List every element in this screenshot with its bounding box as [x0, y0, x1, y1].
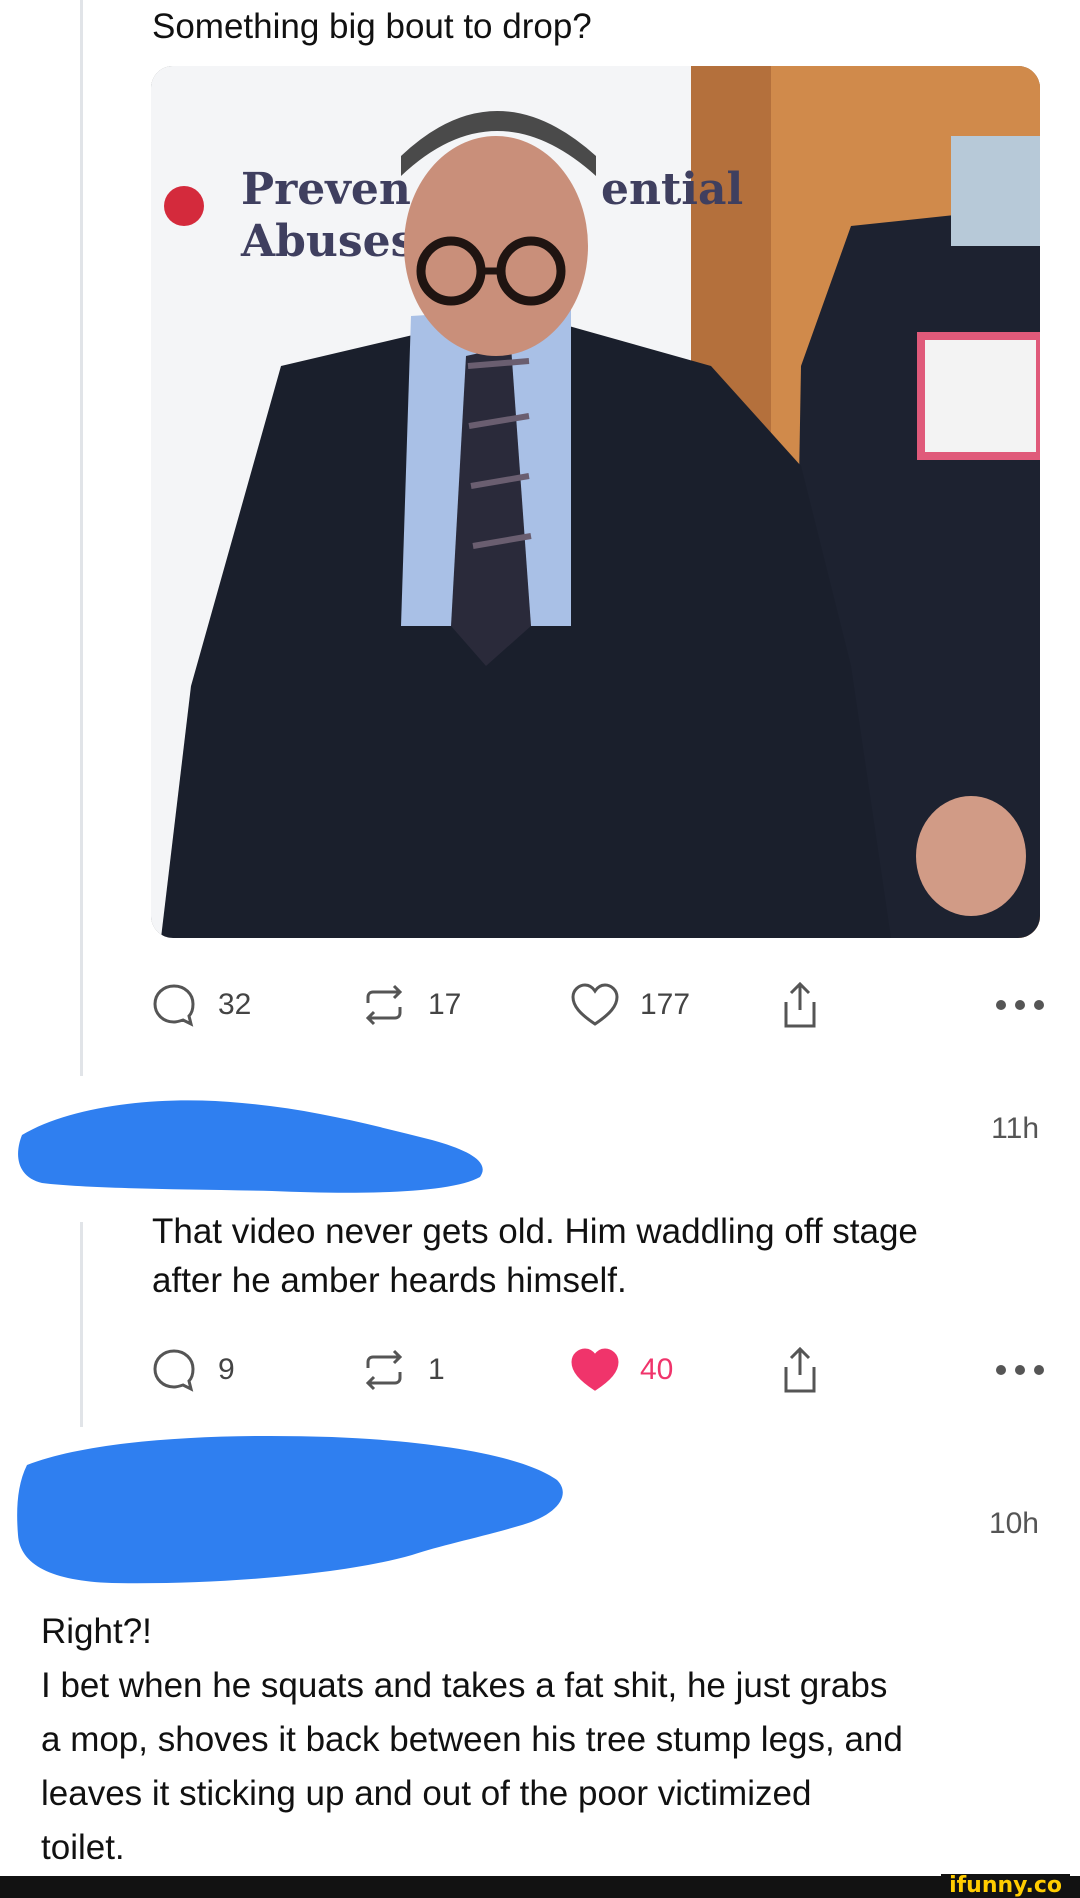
share-icon	[784, 981, 816, 1028]
comment-icon	[153, 1349, 195, 1392]
banner-text: ential	[601, 164, 743, 215]
comment-button[interactable]: 9	[150, 1340, 235, 1400]
comment-text: after he amber heards himself.	[152, 1261, 627, 1300]
banner-text: Preven	[241, 164, 411, 215]
comment-text: I bet when he squats and takes a fat shi…	[41, 1666, 888, 1705]
banner-text: Abuses	[240, 216, 415, 267]
more-button[interactable]	[995, 975, 1045, 1035]
more-button[interactable]	[995, 1340, 1045, 1400]
thread-line	[80, 0, 83, 1076]
comment-timestamp: 11h	[991, 1112, 1039, 1145]
redacted-username-scribble	[18, 1100, 483, 1193]
comment-timestamp: 10h	[988, 1507, 1039, 1540]
footer-bar	[0, 1876, 1080, 1898]
share-button[interactable]	[780, 975, 820, 1035]
repost-button[interactable]: 17	[360, 975, 461, 1035]
share-icon	[784, 1346, 816, 1393]
heart-filled-icon	[571, 1348, 619, 1391]
repost-icon	[365, 1349, 403, 1391]
post-text: Something big bout to drop?	[152, 7, 592, 46]
like-button[interactable]: 40	[570, 1340, 673, 1400]
comment-body: Right?! I bet when he squats and takes a…	[41, 1605, 1041, 1875]
repost-icon	[365, 984, 403, 1026]
comment-icon	[153, 984, 195, 1027]
comment-text: leaves it sticking up and out of the poo…	[41, 1774, 812, 1813]
watermark-logo: ifunny.co	[941, 1874, 1070, 1898]
post-photo: Preven ential Abuses	[151, 66, 1040, 938]
comment-count: 32	[218, 988, 252, 1021]
redacted-username-scribble	[17, 1435, 563, 1584]
repost-count: 1	[428, 1353, 445, 1386]
heart-icon	[571, 983, 619, 1026]
comment-count: 9	[218, 1353, 235, 1386]
comment-text: That video never gets old. Him waddling …	[152, 1212, 918, 1251]
comment-button[interactable]: 32	[150, 975, 251, 1035]
post-actions: 32 17 177	[150, 975, 1045, 1035]
repost-count: 17	[428, 988, 462, 1021]
like-count: 177	[640, 988, 691, 1021]
repost-button[interactable]: 1	[360, 1340, 445, 1400]
comment-text: a mop, shoves it back between his tree s…	[41, 1720, 903, 1759]
comment-actions: 9 1 40	[150, 1340, 1045, 1400]
thread-line	[80, 1222, 83, 1427]
like-count: 40	[640, 1353, 674, 1386]
comment-text: Right?!	[41, 1612, 152, 1651]
more-icon	[996, 1365, 1044, 1375]
like-button[interactable]: 177	[570, 975, 690, 1035]
share-button[interactable]	[780, 1340, 820, 1400]
comment-text: toilet.	[41, 1828, 125, 1867]
post-image[interactable]: Preven ential Abuses	[151, 66, 1040, 938]
more-icon	[996, 1000, 1044, 1010]
